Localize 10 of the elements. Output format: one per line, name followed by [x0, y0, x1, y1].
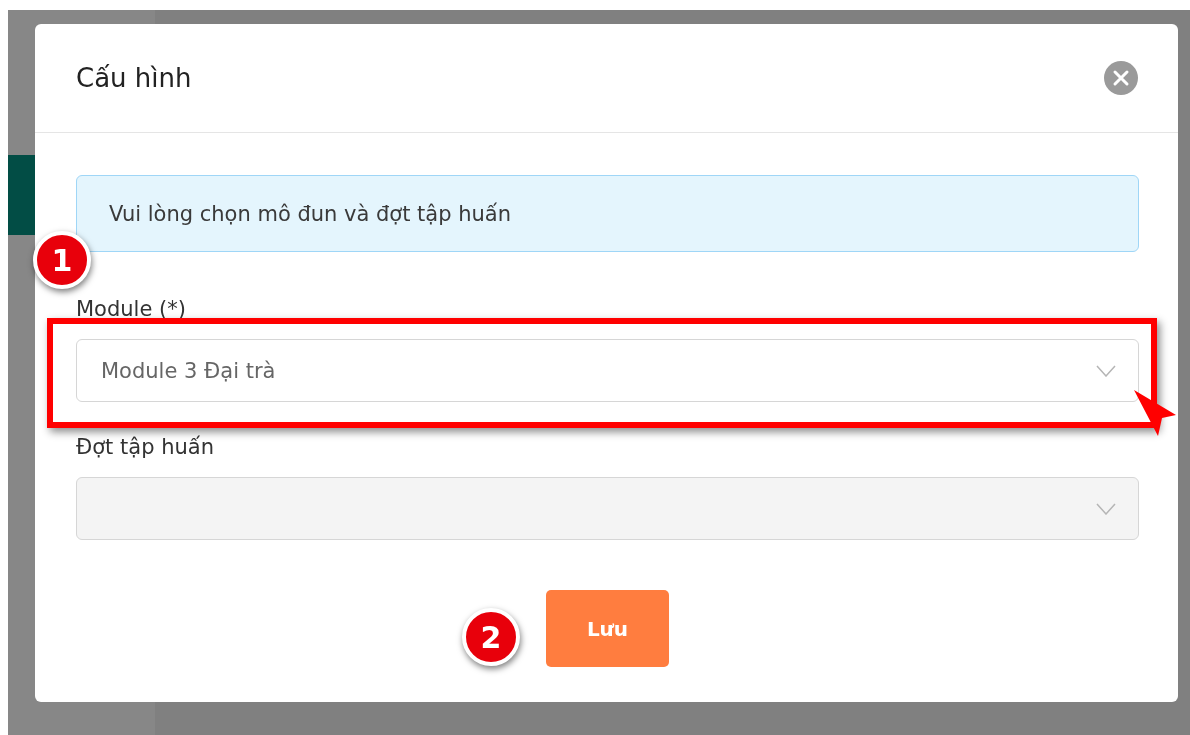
field-label: Đợt tập huấn	[76, 434, 214, 460]
field-label: Module (*)	[76, 296, 186, 322]
dialog-title: Cấu hình	[76, 63, 192, 93]
chevron-down-icon	[1096, 364, 1116, 377]
alert-text: Vui lòng chọn mô đun và đợt tập huấn	[109, 201, 511, 226]
close-icon[interactable]	[1104, 61, 1138, 95]
pointer-arrow	[1132, 388, 1178, 438]
select-value: Module 3 Đại trà	[101, 358, 276, 383]
chevron-down-icon	[1096, 502, 1116, 515]
select-field[interactable]: Module 3 Đại trà	[76, 339, 1139, 402]
